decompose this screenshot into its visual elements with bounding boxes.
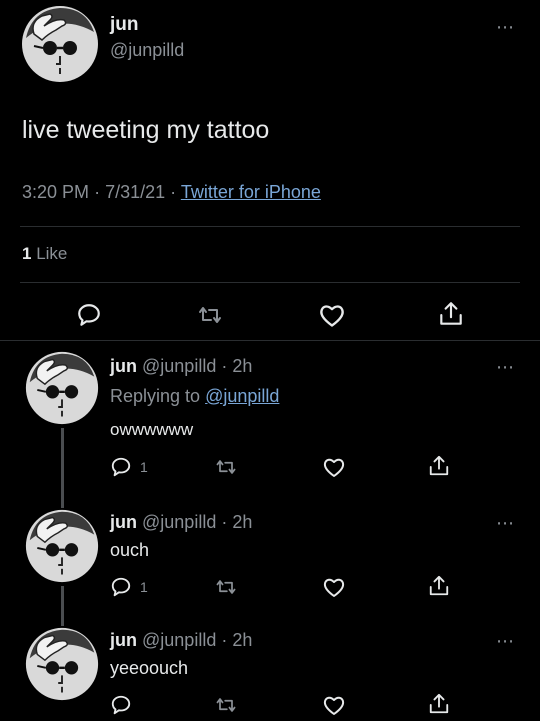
share-icon[interactable] [428, 574, 450, 598]
more-options-icon[interactable]: ⋯ [496, 358, 515, 376]
separator: · [94, 182, 106, 202]
replying-to: Replying to @junpilld [110, 386, 279, 407]
reply-text: owwwwww [110, 420, 194, 439]
divider [20, 282, 520, 283]
heart-icon[interactable] [322, 694, 346, 716]
avatar[interactable] [24, 350, 100, 426]
reply-icon[interactable] [110, 456, 132, 478]
heart-icon[interactable] [322, 576, 346, 598]
retweet-icon[interactable] [214, 456, 238, 478]
display-name[interactable]: jun [110, 14, 139, 36]
replying-to-link[interactable]: @junpilld [205, 386, 279, 406]
share-icon[interactable] [438, 300, 464, 328]
more-options-icon[interactable]: ⋯ [496, 632, 515, 650]
handle-time[interactable]: @junpilld · 2h [142, 630, 252, 650]
share-icon[interactable] [428, 692, 450, 716]
replying-prefix: Replying to [110, 386, 201, 406]
display-name[interactable]: jun [110, 630, 137, 650]
tweet-time: 3:20 PM [22, 182, 90, 202]
display-name[interactable]: jun [110, 356, 137, 376]
avatar[interactable] [20, 4, 100, 84]
reply-icon[interactable] [110, 576, 132, 598]
divider [0, 340, 540, 341]
reply-text: yeeoouch [110, 658, 189, 678]
handle-time[interactable]: @junpilld · 2h [142, 356, 252, 376]
more-options-icon[interactable]: ⋯ [496, 514, 515, 532]
reply-icon[interactable] [110, 694, 132, 716]
reply-icon[interactable] [76, 302, 102, 328]
reply-count: 1 [140, 579, 148, 595]
thread-connector [61, 586, 64, 626]
retweet-icon[interactable] [214, 576, 238, 598]
share-icon[interactable] [428, 454, 450, 478]
avatar[interactable] [24, 626, 100, 702]
tweet-text: live tweeting my tattoo [22, 116, 270, 144]
separator: · [170, 182, 181, 202]
reply-header: jun @junpilld · 2h [110, 512, 252, 533]
retweet-icon[interactable] [214, 694, 238, 716]
tweet-date: 7/31/21 [105, 182, 166, 202]
display-name[interactable]: jun [110, 512, 137, 532]
heart-icon[interactable] [318, 302, 346, 328]
tweet-source-link[interactable]: Twitter for iPhone [181, 182, 321, 202]
reply-text: ouch [110, 540, 150, 560]
handle-time[interactable]: @junpilld · 2h [142, 512, 252, 532]
heart-icon[interactable] [322, 456, 346, 478]
reply-count: 1 [140, 459, 148, 475]
likes-count: 1 [22, 244, 32, 263]
divider [20, 226, 520, 227]
thread-connector [61, 428, 64, 508]
reply-header: jun @junpilld · 2h [110, 630, 252, 651]
reply-header: jun @junpilld · 2h [110, 356, 252, 377]
likes-label: Like [36, 244, 68, 263]
tweet-meta: 3:20 PM · 7/31/21 · Twitter for iPhone [22, 182, 321, 203]
more-options-icon[interactable]: ⋯ [496, 18, 515, 36]
likes-summary[interactable]: 1 Like [22, 244, 67, 264]
handle[interactable]: @junpilld [110, 40, 184, 61]
retweet-icon[interactable] [196, 302, 224, 328]
avatar[interactable] [24, 508, 100, 584]
